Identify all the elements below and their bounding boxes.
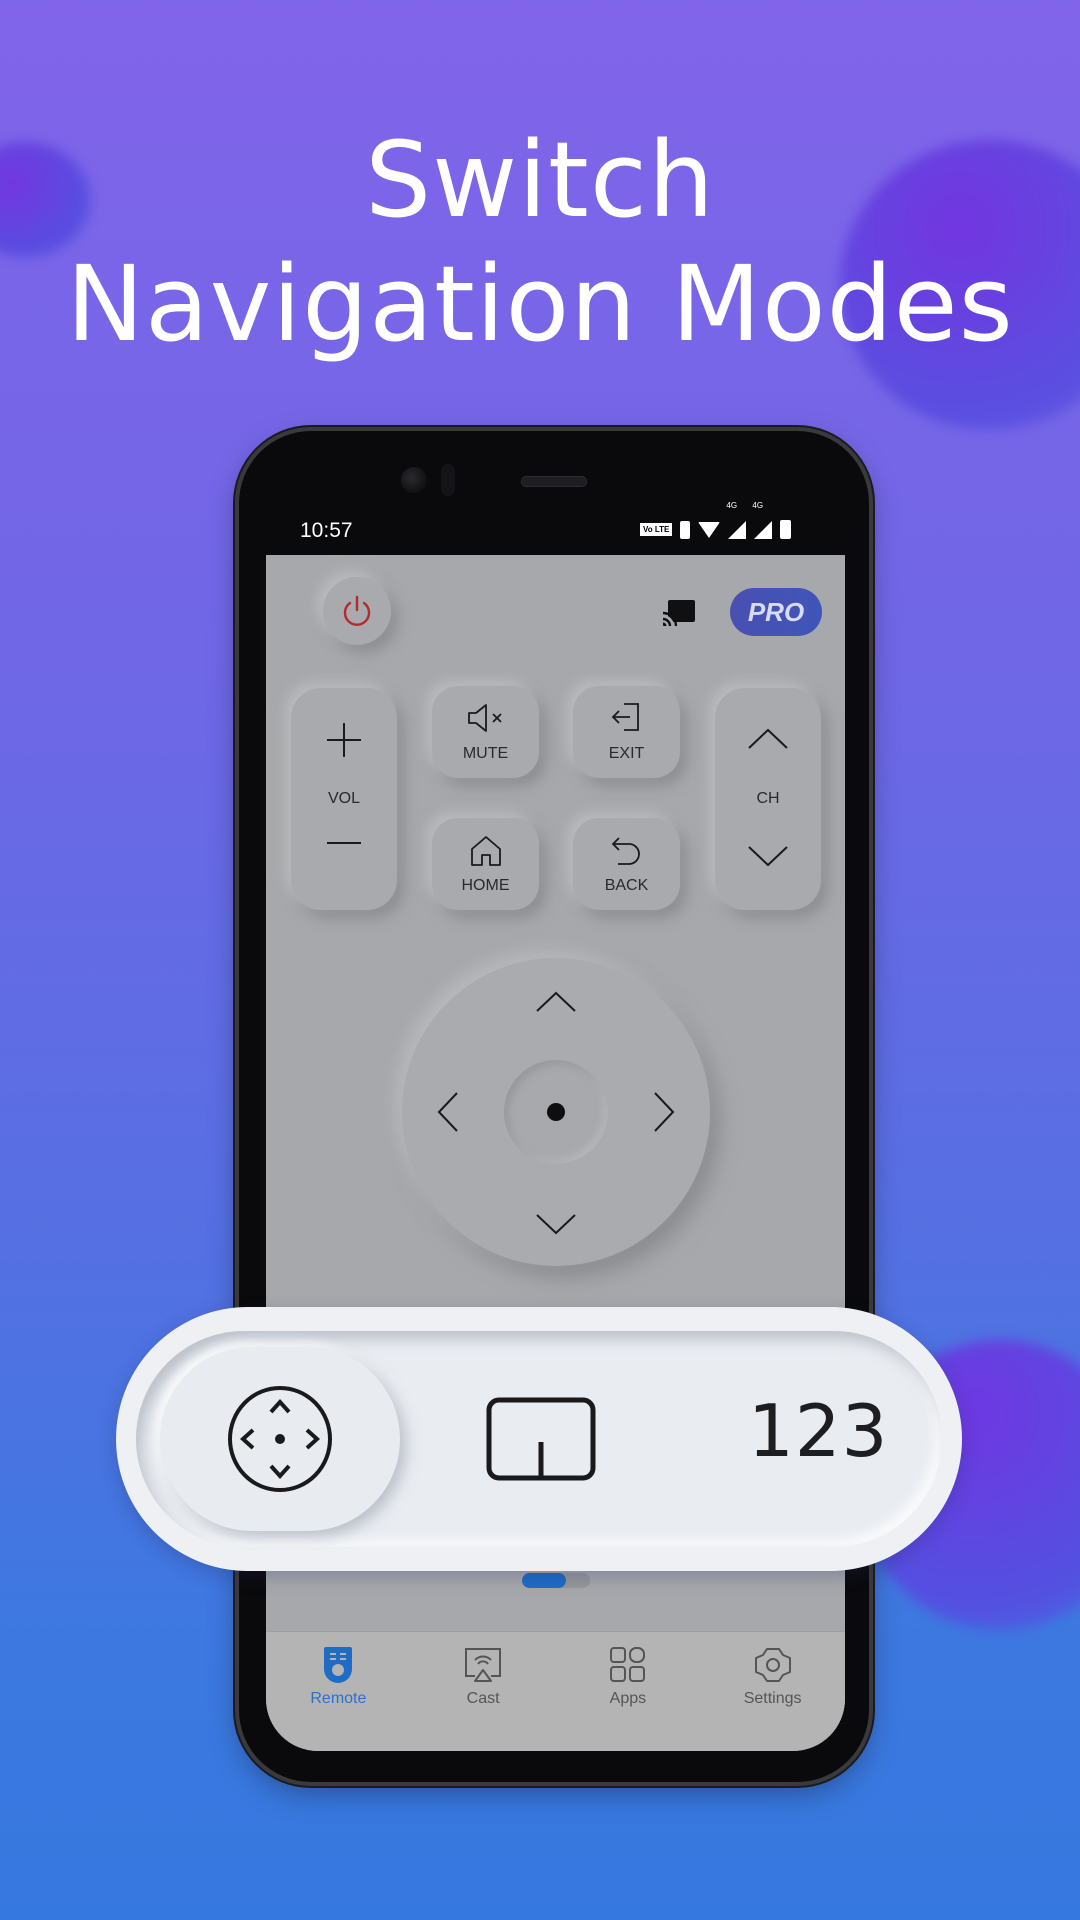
exit-button[interactable]: EXIT xyxy=(573,686,680,778)
dpad-down-button[interactable] xyxy=(535,1212,577,1236)
dpad-mode-icon xyxy=(228,1386,332,1492)
remote-icon xyxy=(324,1647,353,1683)
volume-up-button[interactable] xyxy=(324,720,364,760)
headline-line-1: Switch xyxy=(365,119,715,241)
front-camera-icon xyxy=(401,467,427,493)
channel-rocker: CH xyxy=(715,688,821,910)
channel-label: CH xyxy=(756,790,780,807)
signal-icon: 4G xyxy=(726,501,747,539)
numpad-mode-button[interactable]: 123 xyxy=(748,1389,888,1473)
power-icon xyxy=(343,595,371,626)
volte-icon: Vo LTE xyxy=(640,523,673,536)
home-icon xyxy=(470,836,501,866)
channel-up-button[interactable] xyxy=(746,726,790,752)
nav-label: Apps xyxy=(609,1690,647,1707)
home-button[interactable]: HOME xyxy=(432,818,539,910)
dpad-right-button[interactable] xyxy=(652,1091,676,1133)
back-button[interactable]: BACK xyxy=(573,818,680,910)
vibrate-icon xyxy=(680,520,691,539)
dpad-left-button[interactable] xyxy=(436,1091,460,1133)
pro-button[interactable]: PRO xyxy=(730,588,822,636)
exit-icon xyxy=(611,703,639,731)
back-icon xyxy=(611,837,640,865)
ok-dot-icon xyxy=(547,1103,565,1121)
screen-cast-icon xyxy=(465,1648,502,1682)
battery-icon xyxy=(780,520,792,539)
mode-dpad-button[interactable] xyxy=(160,1347,400,1531)
bottom-nav: Remote Cast Apps Settings xyxy=(266,1631,845,1751)
dpad-ok-button[interactable] xyxy=(504,1060,608,1164)
status-icons: Vo LTE 4G 4G xyxy=(640,501,792,539)
mute-button[interactable]: MUTE xyxy=(432,686,539,778)
touchpad-icon[interactable] xyxy=(486,1397,596,1481)
gear-icon xyxy=(754,1648,791,1682)
volume-down-button[interactable] xyxy=(324,838,364,848)
headline: Switch Navigation Modes xyxy=(0,118,1080,366)
app-screen: PRO VOL MUTE EXIT HOME BACK CH Remote Ca… xyxy=(266,555,845,1751)
status-time: 10:57 xyxy=(300,519,353,542)
exit-label: EXIT xyxy=(608,745,645,762)
volume-rocker: VOL xyxy=(291,688,397,910)
home-label: HOME xyxy=(461,877,510,894)
nav-label: Cast xyxy=(466,1690,500,1707)
nav-item-cast[interactable]: Cast xyxy=(411,1632,556,1751)
channel-down-button[interactable] xyxy=(746,843,790,869)
sensor xyxy=(441,464,455,496)
nav-item-remote[interactable]: Remote xyxy=(266,1632,411,1751)
mute-label: MUTE xyxy=(462,745,509,762)
page-indicator-active xyxy=(522,1573,566,1588)
apps-grid-icon xyxy=(609,1647,645,1682)
dpad xyxy=(402,958,710,1266)
navigation-mode-switch: 123 xyxy=(116,1307,962,1571)
earpiece-speaker xyxy=(521,476,587,487)
nav-label: Settings xyxy=(743,1690,802,1707)
nav-label: Remote xyxy=(310,1690,367,1707)
cast-icon[interactable] xyxy=(661,598,697,626)
nav-item-settings[interactable]: Settings xyxy=(700,1632,845,1751)
headline-line-2: Navigation Modes xyxy=(66,243,1014,365)
nav-item-apps[interactable]: Apps xyxy=(556,1632,701,1751)
back-label: BACK xyxy=(604,877,649,894)
volume-label: VOL xyxy=(327,790,360,807)
dpad-up-button[interactable] xyxy=(535,990,577,1014)
page-indicator xyxy=(522,1573,590,1588)
wifi-icon xyxy=(698,521,721,538)
power-button[interactable] xyxy=(323,577,391,645)
mute-icon xyxy=(467,704,502,732)
signal-icon: 4G xyxy=(752,501,773,539)
